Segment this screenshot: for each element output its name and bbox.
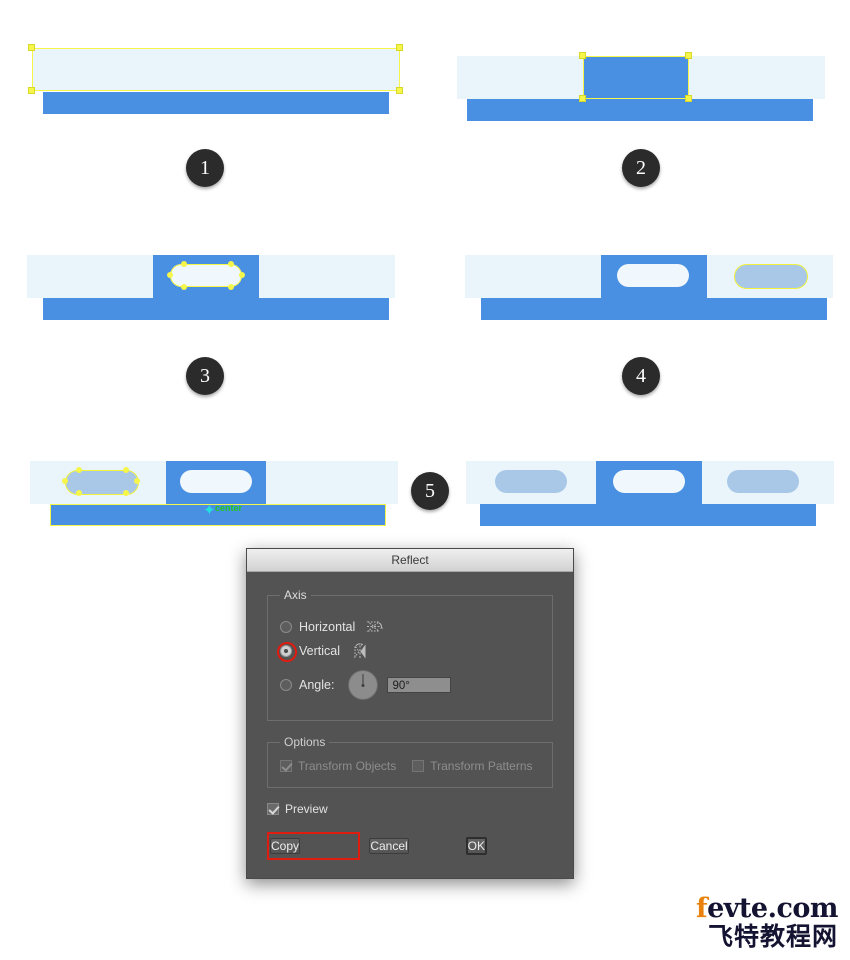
path-anchor-icon[interactable]: [181, 284, 187, 290]
axis-horizontal-row[interactable]: Horizontal: [280, 618, 540, 636]
copy-button[interactable]: Copy: [270, 838, 301, 854]
axis-group-legend: Axis: [284, 588, 307, 602]
step3-blue-bar: [43, 298, 389, 320]
step-badge-5: 5: [411, 472, 449, 510]
watermark-line-2: 飞特教程网: [707, 922, 838, 951]
step5-right-pill-right: [727, 470, 799, 493]
radio-vertical-icon[interactable]: [277, 642, 297, 662]
step1-blue-bar: [43, 92, 389, 114]
path-anchor-icon[interactable]: [239, 272, 245, 278]
path-anchor-icon[interactable]: [167, 272, 173, 278]
path-anchor-icon[interactable]: [62, 478, 68, 484]
vertical-highlight-ring: [277, 642, 297, 662]
path-anchor-icon[interactable]: [181, 261, 187, 267]
step2-selection-box: [583, 56, 689, 99]
options-group-legend: Options: [284, 735, 326, 749]
radio-angle-icon[interactable]: [280, 679, 292, 691]
step4-blue-bar: [481, 298, 827, 320]
step-badge-1-number: 1: [200, 156, 210, 179]
step5-right-pill-center: [613, 470, 685, 493]
path-anchor-icon[interactable]: [76, 467, 82, 473]
cancel-button[interactable]: Cancel: [369, 838, 409, 854]
path-anchor-icon[interactable]: [134, 478, 140, 484]
watermark: fevte.com 飞特教程网: [695, 893, 839, 951]
transform-objects-label: Transform Objects: [298, 759, 397, 773]
watermark-domain: evte.com: [707, 893, 838, 924]
snap-point-icon: ✦: [203, 502, 216, 519]
watermark-accent-letter: f: [695, 893, 708, 924]
axis-angle-label: Angle:: [299, 678, 335, 692]
step-badge-2: 2: [622, 149, 660, 187]
step-badge-3-number: 3: [200, 364, 210, 387]
selection-handle-icon[interactable]: [579, 52, 586, 59]
step4-pill-copy: [734, 264, 808, 289]
checkbox-transform-patterns-icon[interactable]: [412, 760, 425, 772]
step4-pill-center: [617, 264, 689, 287]
selection-handle-icon[interactable]: [396, 44, 403, 51]
angle-input[interactable]: 90°: [387, 677, 452, 693]
watermark-line-1: fevte.com: [695, 893, 839, 924]
angle-dial[interactable]: [348, 670, 379, 700]
cancel-button-wrap: Cancel: [369, 835, 456, 857]
step5-left-pill-center: [180, 470, 252, 493]
step1-selection-box: [32, 48, 400, 91]
copy-button-highlight: Copy: [267, 832, 361, 860]
preview-label: Preview: [285, 802, 328, 816]
preview-row[interactable]: Preview: [267, 802, 553, 816]
axis-angle-row[interactable]: Angle: 90°: [280, 670, 540, 700]
options-row: Transform Objects Transform Patterns: [280, 759, 540, 773]
dialog-button-row: Copy Cancel OK: [267, 832, 553, 860]
path-anchor-icon[interactable]: [76, 490, 82, 496]
selection-handle-icon[interactable]: [685, 95, 692, 102]
transform-patterns-label: Transform Patterns: [430, 759, 533, 773]
axis-horizontal-label: Horizontal: [299, 620, 356, 634]
path-anchor-icon[interactable]: [123, 467, 129, 473]
dialog-body: Axis Horizontal Vertical Angle: 90° Opti…: [247, 572, 573, 878]
path-anchor-icon[interactable]: [228, 284, 234, 290]
options-group: Options Transform Objects Transform Patt…: [267, 735, 553, 788]
selection-handle-icon[interactable]: [579, 95, 586, 102]
path-anchor-icon[interactable]: [228, 261, 234, 267]
step-badge-3: 3: [186, 357, 224, 395]
step-badge-2-number: 2: [636, 156, 646, 179]
selection-handle-icon[interactable]: [28, 44, 35, 51]
axis-vertical-row[interactable]: Vertical: [277, 642, 540, 662]
dialog-title: Reflect: [391, 553, 429, 567]
ok-button-wrap: OK: [465, 835, 553, 857]
step-badge-4: 4: [622, 357, 660, 395]
step5-right-pill-left: [495, 470, 567, 493]
checkbox-preview-icon[interactable]: [267, 803, 279, 815]
selection-handle-icon[interactable]: [396, 87, 403, 94]
reflect-vertical-icon: [350, 642, 370, 660]
reflect-dialog: Reflect Axis Horizontal Vertical Angle: …: [246, 548, 574, 879]
axis-vertical-label: Vertical: [299, 644, 340, 658]
step-badge-1: 1: [186, 149, 224, 187]
snap-guide-label: center: [215, 503, 243, 513]
step-badge-5-number: 5: [425, 479, 435, 502]
selection-handle-icon[interactable]: [28, 87, 35, 94]
ok-button[interactable]: OK: [465, 837, 487, 855]
checkbox-transform-objects-icon[interactable]: [280, 760, 292, 772]
reflect-horizontal-icon: [365, 618, 385, 636]
dialog-title-bar[interactable]: Reflect: [247, 549, 573, 572]
step-badge-4-number: 4: [636, 364, 646, 387]
path-anchor-icon[interactable]: [123, 490, 129, 496]
radio-horizontal-icon[interactable]: [280, 621, 292, 633]
axis-group: Axis Horizontal Vertical Angle: 90°: [267, 588, 553, 721]
step5-right-blue-bar: [480, 504, 816, 526]
step2-blue-bar: [467, 99, 813, 121]
selection-handle-icon[interactable]: [685, 52, 692, 59]
